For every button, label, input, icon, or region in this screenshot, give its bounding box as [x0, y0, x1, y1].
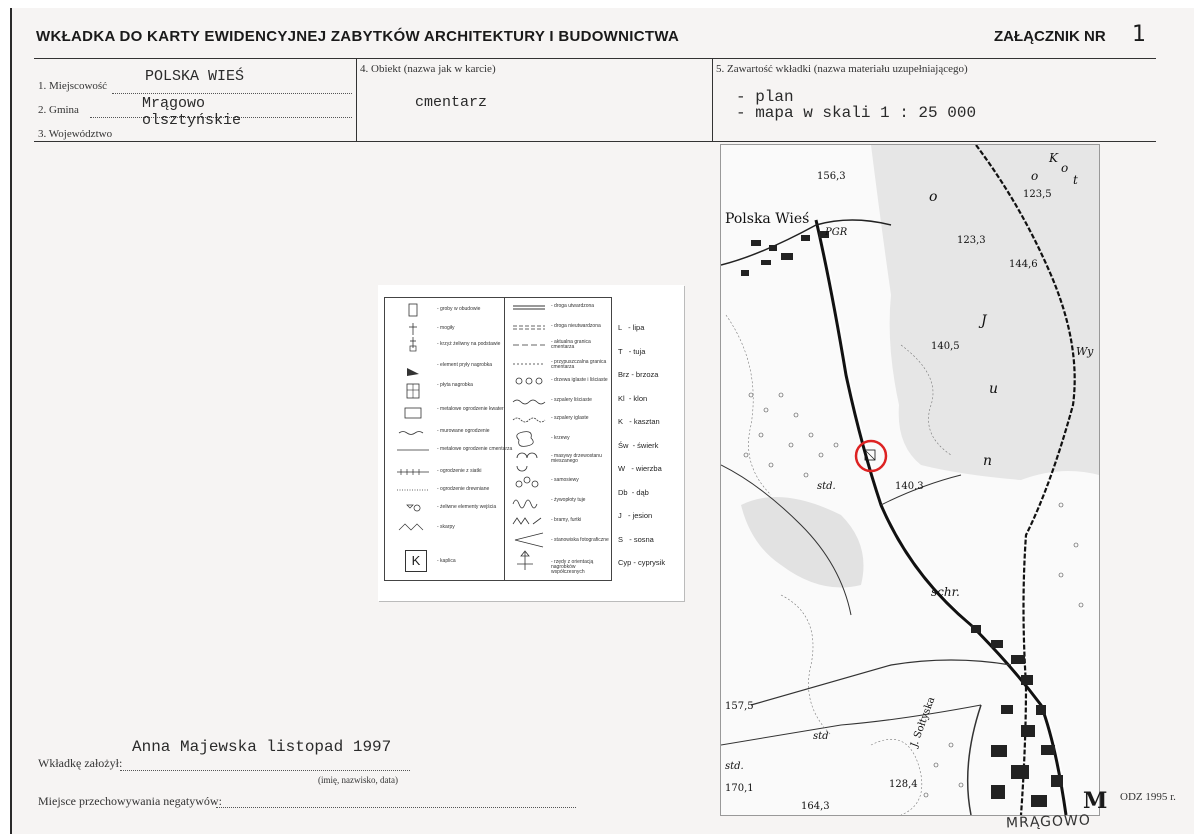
- legend-tree-item: Db - dąb: [618, 487, 649, 497]
- map-credit: ODZ 1995 r.: [1120, 791, 1176, 803]
- document-title: WKŁADKA DO KARTY EWIDENCYJNEJ ZABYTKÓW A…: [36, 28, 680, 45]
- form-divider-1: [356, 58, 357, 141]
- contents-line-2: - mapa w skali 1 : 25 000: [736, 104, 977, 122]
- prepared-by-line: [120, 770, 410, 771]
- legend-right-item: - rzędy z orientacją nagrobków współczes…: [551, 559, 594, 575]
- map-lake-letter-4: n: [983, 453, 993, 469]
- legend-tree-item: Kl - klon: [618, 393, 648, 403]
- map-label-wy: Wy: [1076, 345, 1094, 358]
- map-height-10: 170,1: [725, 783, 754, 794]
- object-label: 4. Obiekt (nazwa jak w karcie): [360, 63, 496, 75]
- map-lake-letter-3: u: [989, 381, 999, 397]
- legend-tree-item: J - jesion: [618, 511, 653, 520]
- object-value: cmentarz: [415, 94, 488, 111]
- legend-right-item: - masywy drzewostanu mieszanego: [551, 453, 602, 464]
- map-label-std-3: std.: [725, 761, 744, 772]
- map-lake-letter-8: t: [1073, 173, 1078, 187]
- legend-tree-item: T - tuja: [618, 346, 646, 356]
- legend-tree-item: Brz - brzoza: [618, 370, 659, 379]
- map-lake-letter-7: o: [1061, 161, 1069, 175]
- header-rule: [34, 58, 1156, 59]
- negatives-label: Miejsce przechowywania negatywów:: [38, 794, 222, 808]
- legend-right-symbols: [512, 305, 546, 570]
- legend-tree-item: L - lipa: [618, 323, 645, 332]
- commune-label: 2. Gmina: [38, 104, 79, 116]
- voivodeship-value: olsztyńskie: [142, 112, 242, 129]
- legend-tree-item: W - wierzba: [618, 464, 662, 473]
- locality-label: 1. Miejscowość: [38, 80, 108, 92]
- locality-line: [112, 93, 352, 94]
- legend-tree-item: Cyp - cyprysik: [618, 558, 666, 567]
- map-height-1: 156,3: [817, 171, 846, 182]
- map-height-3: 123,3: [957, 235, 986, 246]
- prepared-by-value: Anna Majewska listopad 1997: [132, 738, 392, 756]
- prepared-by-label: Wkładkę założył:: [38, 756, 123, 770]
- record-card-insert: WKŁADKA DO KARTY EWIDENCYJNEJ ZABYTKÓW A…: [10, 8, 1194, 834]
- legend-right-item: - przypuszczalna granica cmentarza: [551, 359, 607, 370]
- contents-label: 5. Zawartość wkładki (nazwa materiału uz…: [716, 63, 968, 75]
- form-divider-2: [712, 58, 713, 141]
- negatives-line: [216, 807, 576, 808]
- legend-sheet: - groby w obudowie - mogiły - krzyż żeliwn…: [378, 285, 684, 601]
- prepared-by-hint: (imię, nazwisko, data): [318, 775, 398, 785]
- map-height-7: 157,5: [725, 701, 754, 712]
- map-height-9: 164,3: [801, 801, 830, 812]
- map-lake-letter-6: K: [1049, 151, 1058, 165]
- town-stamp: MRĄGOWO: [1005, 812, 1092, 832]
- map-label-village: Polska Wieś: [725, 211, 810, 227]
- map-height-6: 140,3: [895, 481, 924, 492]
- map-label-pgr: PGR: [825, 227, 848, 238]
- form-bottom-rule: [34, 141, 1156, 142]
- map-credit-mark: M: [1083, 788, 1108, 814]
- map-height-2: 123,5: [1023, 189, 1052, 200]
- voivodeship-label: 3. Województwo: [38, 128, 113, 140]
- map-label-std-2: std: [813, 731, 829, 742]
- map-label-schr: schr.: [931, 585, 960, 599]
- map-height-5: 140,5: [931, 341, 960, 352]
- legend-separator: [504, 298, 505, 580]
- legend-right-item: - drzewa iglaste i liściaste: [551, 377, 608, 383]
- legend-tree-item: Św - świerk: [618, 440, 659, 450]
- legend-left-symbols: [397, 303, 429, 531]
- legend-tree-item: K - kasztan: [618, 417, 660, 426]
- locality-value: POLSKA WIEŚ: [145, 68, 245, 85]
- commune-value: Mrągowo: [142, 95, 206, 112]
- map-height-8: 128,4: [889, 779, 918, 790]
- map-lake-letter-2: J: [981, 313, 987, 329]
- map-lake-letter-1: o: [929, 189, 938, 205]
- legend-box: - groby w obudowie - mogiły - krzyż żeliwn…: [384, 297, 612, 581]
- map-height-4: 144,6: [1009, 259, 1038, 270]
- map-lake-letter-5: o: [1031, 169, 1039, 183]
- topographic-map: Polska Wieś PGR 156,3 123,5 123,3 144,6 …: [720, 144, 1100, 816]
- map-label-std-1: std.: [817, 481, 836, 492]
- annex-label: ZAŁĄCZNIK NR: [994, 28, 1106, 45]
- map-drawing: [721, 145, 1099, 815]
- annex-number: 1: [1132, 22, 1146, 47]
- legend-tree-item: S - sosna: [618, 534, 654, 544]
- legend-right-item: - aktualna granica cmentarza: [551, 339, 591, 350]
- legend-right-item: - stanowiska fotograficzne: [551, 537, 609, 543]
